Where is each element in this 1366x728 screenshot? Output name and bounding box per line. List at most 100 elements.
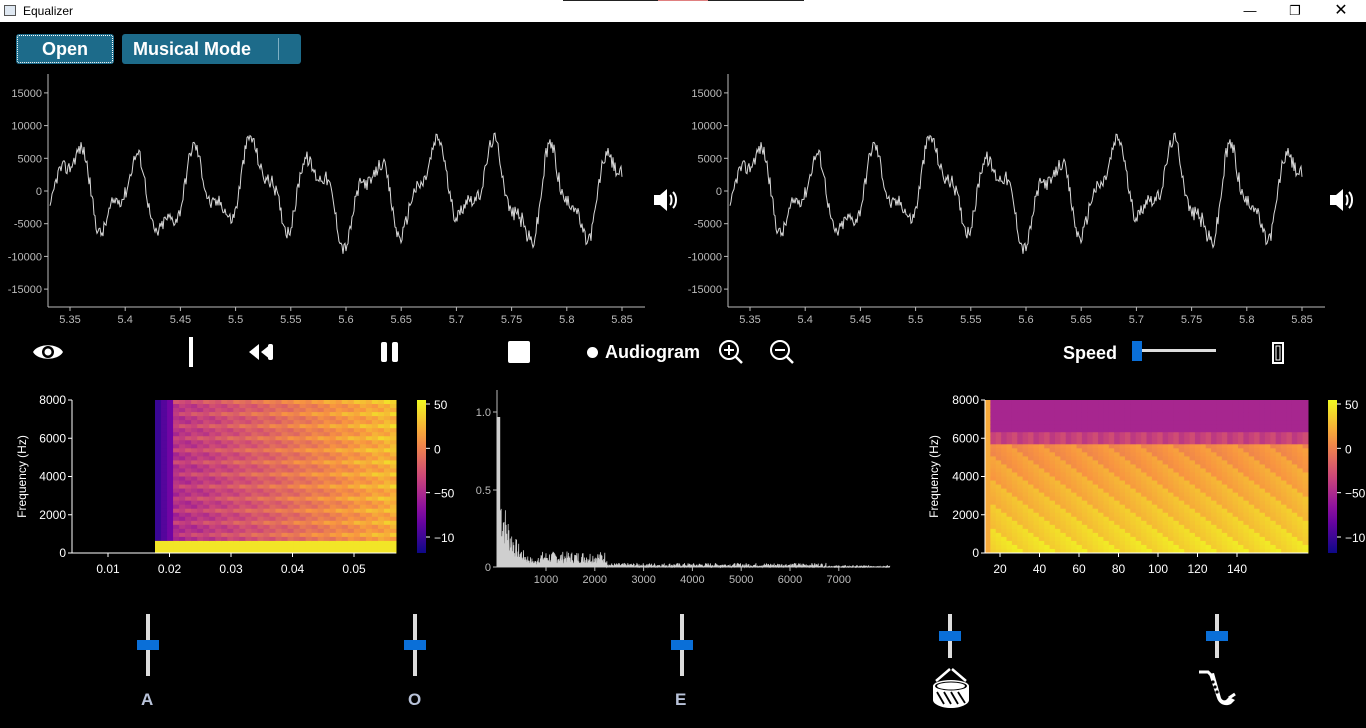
spectrogram-cell [221,428,228,433]
eye-icon[interactable] [32,341,64,368]
spectrogram-cell [197,476,204,482]
spectrogram-cell [1060,460,1067,465]
spectrogram-cell [371,492,379,498]
spectrogram-cell [1227,440,1234,445]
spectrogram-cell [389,528,397,534]
spectrogram-cell [1254,544,1261,550]
spectrogram-cell [1108,432,1115,437]
spectrogram-cell [221,400,228,405]
frequency-spectrum-plot[interactable]: 1.0 0.5 0 1000 2000 3000 4000 5000 6000 7000 [470,385,910,586]
spectrogram-cell [179,432,186,437]
spectrogram-cell [1065,508,1072,514]
speed-slider[interactable] [1132,340,1218,362]
spectrogram-cell [293,452,301,457]
spectrogram-cell [377,496,385,502]
spectrogram-cell [1044,436,1051,441]
spectrogram-cell [341,536,349,542]
spectrogram-cell [221,524,228,530]
spectrogram-cell [173,424,180,429]
spectrogram-cell [305,532,313,538]
output-volume-icon[interactable] [1328,186,1356,219]
spectrogram-cell [1248,452,1255,457]
zoom-out-icon[interactable] [769,339,795,370]
spectrogram-cell [179,516,186,522]
spectrogram-cell [197,468,204,473]
spectrogram-cell [1232,444,1239,449]
mode-dropdown[interactable]: Musical Mode [122,34,301,64]
output-spectrogram[interactable]: 8000 6000 4000 2000 0 20 40 60 80 100 120 140 Freque… [910,388,1366,578]
input-waveform-plot[interactable]: 15000 10000 5000 0 -5000 -10000 -15000 5.35 5.4 5… [0,68,660,328]
band-slider-handle[interactable] [1206,631,1228,641]
band-label: O [408,690,422,709]
spectrogram-cell [257,416,264,421]
spectrogram-cell [359,416,367,421]
spectrogram-cell [1011,432,1018,437]
spectrogram-cell [191,540,198,546]
pause-icon[interactable] [380,342,400,367]
spectrogram-cell [245,524,252,530]
band-slider-handle[interactable] [939,631,961,641]
band-slider-O[interactable] [403,614,427,676]
spectrogram-cell [1232,452,1239,457]
restore-icon[interactable]: ❐ [1272,0,1318,22]
spectrogram-cell [1124,436,1131,441]
input-spectrogram[interactable]: 8000 6000 4000 2000 0 0.01 0.02 0.03 0.04 0.05 Fre… [0,388,470,578]
spectrogram-cell [245,424,252,429]
spectrogram-cell [1162,444,1169,449]
spectrogram-cell [1114,516,1121,522]
spectrogram-cell [287,408,295,413]
band-slider-E[interactable] [670,614,694,676]
band-slider-saxophone[interactable] [1205,614,1229,658]
band-slider-handle[interactable] [671,640,693,650]
spectrogram-cell [329,408,337,413]
audiogram-radio[interactable] [587,347,598,358]
open-button[interactable]: Open [16,34,114,64]
playhead-marker[interactable] [189,337,193,367]
spectrogram-cell [1221,404,1228,409]
spectrogram-cell [1259,420,1266,425]
spectrogram-cell [251,468,258,473]
spectrogram-cell [1098,436,1104,441]
spectrogram-cell [1038,492,1045,498]
spectrogram-cell [155,544,162,550]
spectrogram-cell [1221,476,1228,482]
spectrogram-cell [389,544,397,550]
spectrogram-cell [1238,472,1244,477]
zoom-in-icon[interactable] [718,339,744,370]
spectrogram-cell [1151,424,1158,429]
spectrogram-cell [353,484,361,490]
spectrogram-cell [1238,408,1244,413]
minimize-icon[interactable]: — [1227,0,1273,22]
band-slider-handle[interactable] [137,640,159,650]
output-waveform-plot[interactable]: 15000 10000 5000 0 -5000 -10000 -15000 5.35 5.4 5… [680,68,1340,328]
stop-icon[interactable] [508,341,530,368]
spectrogram-cell [1275,440,1282,445]
speed-slider-handle[interactable] [1132,341,1142,361]
spectrogram-cell [1216,484,1223,490]
spinbox-icon[interactable] [1272,342,1284,369]
spectrogram-cell [1098,544,1104,550]
band-slider-A[interactable] [136,614,160,676]
input-volume-icon[interactable] [652,186,680,219]
spectrogram-cell [990,416,997,421]
spectrogram-cell [1060,468,1067,473]
close-icon[interactable]: ✕ [1318,0,1364,22]
spectrogram-cell [179,420,186,425]
spectrogram-cell [1119,512,1126,518]
spectrogram-cell [371,500,379,506]
spectrogram-cell [167,436,174,441]
spectrogram-cell [990,444,997,449]
band-slider-handle[interactable] [404,640,426,650]
spectrogram-cell [383,520,391,526]
rewind-icon[interactable] [246,342,274,367]
spectrogram-cell [1275,488,1282,494]
spectrogram-cell [1254,436,1261,441]
spectrogram-cell [1162,408,1169,413]
spectrogram-cell [1146,536,1153,542]
spectrogram-cell [227,428,234,433]
spectrogram-cell [1119,452,1126,457]
band-slider-drum[interactable] [938,614,962,658]
spectrogram-cell [995,428,1002,433]
spectrogram-cell [185,432,192,437]
spectrogram-cell [227,480,234,486]
